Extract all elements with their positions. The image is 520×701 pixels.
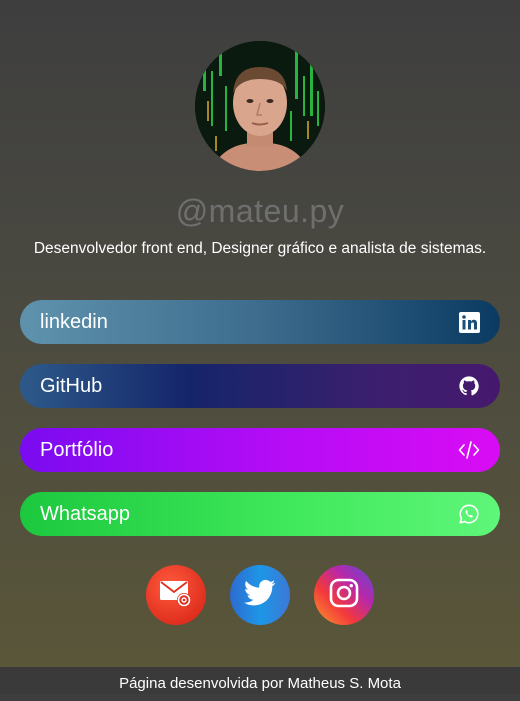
email-social-button[interactable] <box>146 565 206 625</box>
whatsapp-icon <box>458 503 480 525</box>
twitter-icon <box>244 579 276 612</box>
email-icon <box>159 578 193 613</box>
code-icon <box>458 439 480 461</box>
profile-handle: @mateu.py <box>175 193 345 229</box>
portfolio-link-button[interactable]: Portfólio <box>20 428 500 472</box>
instagram-social-button[interactable] <box>314 565 374 625</box>
portfolio-link-label: Portfólio <box>40 439 114 461</box>
instagram-icon <box>328 577 360 614</box>
github-link-label: GitHub <box>40 375 103 397</box>
profile-avatar <box>195 41 325 171</box>
profile-bio: Desenvolvedor front end, Designer gráfic… <box>33 240 487 257</box>
linkedin-link-label: linkedin <box>40 311 108 333</box>
whatsapp-link-button[interactable]: Whatsapp <box>20 492 500 536</box>
github-icon <box>458 375 480 397</box>
linkedin-link-button[interactable]: linkedin <box>20 300 500 344</box>
twitter-social-button[interactable] <box>230 565 290 625</box>
linkedin-icon <box>458 311 480 333</box>
github-link-button[interactable]: GitHub <box>20 364 500 408</box>
whatsapp-link-label: Whatsapp <box>40 503 131 525</box>
footer-credit-text: Página desenvolvida por Matheus S. Mota <box>119 675 401 692</box>
footer: Página desenvolvida por Matheus S. Mota <box>0 667 520 694</box>
